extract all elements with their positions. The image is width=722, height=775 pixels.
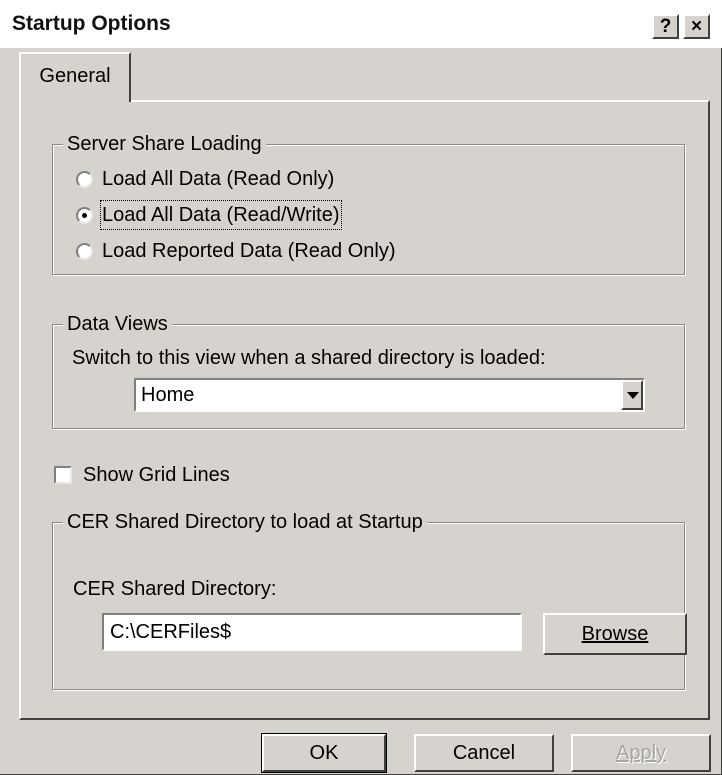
apply-button-label: Apply xyxy=(615,742,667,764)
data-view-selected-value: Home xyxy=(141,384,195,406)
window-title: Startup Options xyxy=(12,12,171,35)
show-grid-lines-checkbox[interactable] xyxy=(54,466,72,484)
data-view-select[interactable]: Home xyxy=(134,378,645,412)
apply-button[interactable]: Apply xyxy=(571,734,711,772)
title-bar: Startup Options ? × xyxy=(0,0,722,48)
radio-label-load-all-read-only[interactable]: Load All Data (Read Only) xyxy=(102,166,334,192)
cancel-button[interactable]: Cancel xyxy=(414,734,554,772)
close-button[interactable]: × xyxy=(683,14,710,39)
browse-button[interactable]: Browse xyxy=(543,613,687,655)
data-views-prompt: Switch to this view when a shared direct… xyxy=(72,347,546,369)
chevron-down-icon[interactable] xyxy=(621,380,643,410)
radio-load-all-read-only[interactable] xyxy=(76,171,93,188)
ok-button[interactable]: OK xyxy=(261,733,387,773)
radio-label-load-reported-read-only[interactable]: Load Reported Data (Read Only) xyxy=(102,238,396,264)
tab-panel-general: Server Share Loading Load All Data (Read… xyxy=(19,100,710,720)
startup-options-dialog: Startup Options ? × General Server Share… xyxy=(0,0,722,775)
browse-button-label: Browse xyxy=(581,623,649,645)
radio-label-load-all-read-write[interactable]: Load All Data (Read/Write) xyxy=(100,200,342,230)
radio-load-reported-read-only[interactable] xyxy=(76,243,93,260)
server-share-loading-group: Server Share Loading Load All Data (Read… xyxy=(52,131,685,275)
cer-directory-input[interactable]: C:\CERFiles$ xyxy=(102,613,522,651)
show-grid-lines-label[interactable]: Show Grid Lines xyxy=(83,462,230,488)
cer-directory-legend: CER Shared Directory to load at Startup xyxy=(63,509,427,535)
data-views-group: Data Views Switch to this view when a sh… xyxy=(52,311,685,429)
help-button[interactable]: ? xyxy=(652,14,679,39)
tab-general[interactable]: General xyxy=(19,52,131,102)
cer-directory-group: CER Shared Directory to load at Startup … xyxy=(52,509,687,690)
server-share-loading-legend: Server Share Loading xyxy=(63,131,266,157)
radio-load-all-read-write[interactable] xyxy=(76,207,93,224)
cer-directory-field-label: CER Shared Directory: xyxy=(73,578,277,600)
data-views-legend: Data Views xyxy=(63,311,172,337)
